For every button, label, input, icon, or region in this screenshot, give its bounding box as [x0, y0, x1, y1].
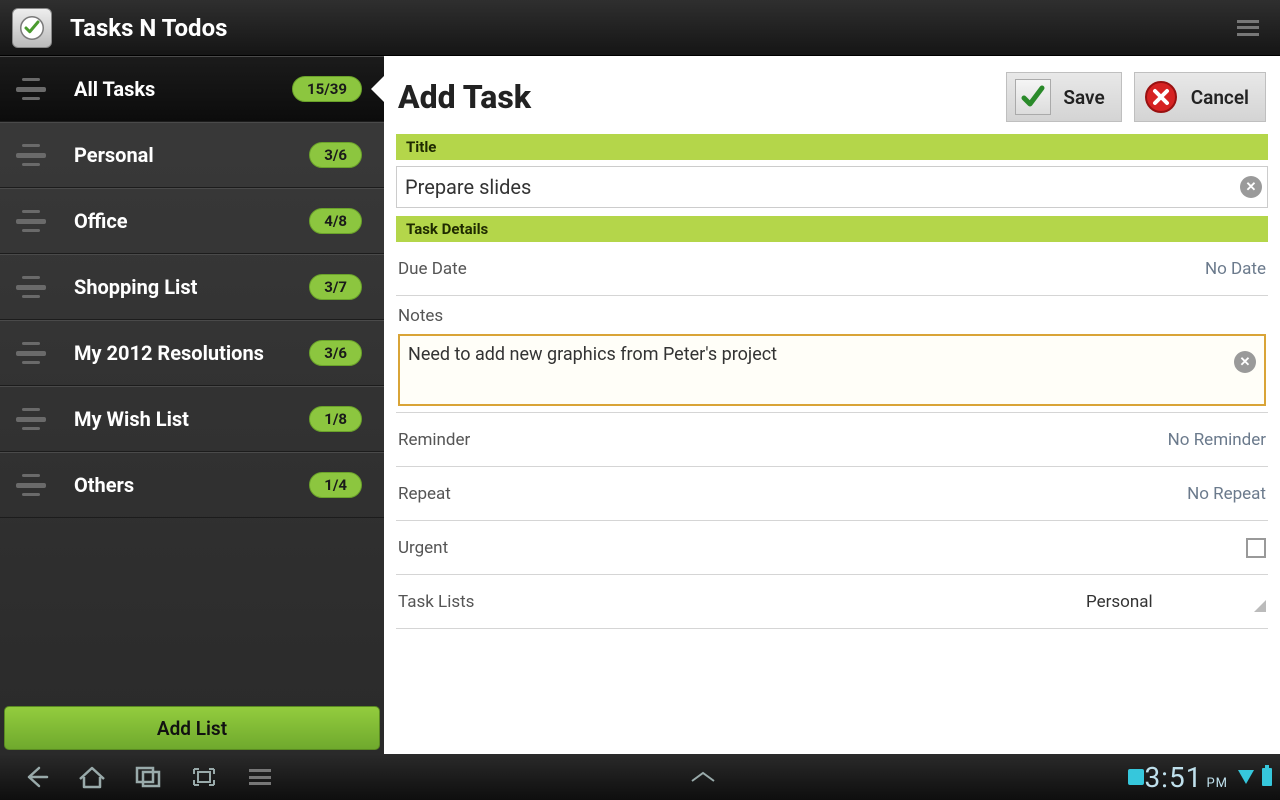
urgent-row: Urgent	[396, 521, 1268, 575]
menu-icon	[1237, 20, 1259, 36]
download-icon	[1128, 769, 1144, 785]
tasklists-label: Task Lists	[398, 592, 474, 612]
sidebar-item-label: Office	[74, 210, 309, 233]
sidebar-item-wish-list[interactable]: My Wish List 1/8	[0, 386, 384, 452]
sidebar-item-badge: 3/7	[309, 274, 362, 300]
overflow-menu-button[interactable]	[1228, 8, 1268, 48]
sidebar-item-badge: 3/6	[309, 340, 362, 366]
back-button[interactable]	[8, 757, 64, 797]
drag-handle-icon	[16, 210, 46, 232]
reminder-label: Reminder	[398, 430, 470, 450]
nav-menu-button[interactable]	[232, 757, 288, 797]
sidebar-item-others[interactable]: Others 1/4	[0, 452, 384, 518]
drag-handle-icon	[16, 78, 46, 100]
reminder-value: No Reminder	[470, 430, 1266, 450]
sidebar-item-badge: 3/6	[309, 142, 362, 168]
add-list-button[interactable]: Add List	[4, 706, 380, 750]
reminder-row[interactable]: Reminder No Reminder	[396, 413, 1268, 467]
wifi-icon	[1238, 770, 1254, 784]
urgent-label: Urgent	[398, 538, 448, 558]
system-navbar: 3:51 PM	[0, 754, 1280, 800]
battery-icon	[1262, 768, 1272, 786]
task-list-nav: All Tasks 15/39 Personal 3/6 Office 4/8 …	[0, 56, 384, 702]
sidebar-item-badge: 15/39	[292, 76, 362, 102]
app-logo-icon	[12, 8, 52, 48]
sidebar-item-shopping-list[interactable]: Shopping List 3/7	[0, 254, 384, 320]
cancel-icon	[1143, 79, 1179, 115]
repeat-label: Repeat	[398, 484, 451, 504]
sidebar-item-label: My 2012 Resolutions	[74, 342, 309, 365]
sidebar-item-all-tasks[interactable]: All Tasks 15/39	[0, 56, 384, 122]
save-button[interactable]: Save	[1006, 72, 1121, 122]
sidebar-item-office[interactable]: Office 4/8	[0, 188, 384, 254]
clear-notes-button[interactable]: ✕	[1234, 351, 1256, 373]
due-date-label: Due Date	[398, 259, 467, 279]
due-date-row[interactable]: Due Date No Date	[396, 242, 1268, 296]
home-button[interactable]	[64, 757, 120, 797]
task-title-input[interactable]	[396, 166, 1268, 208]
sidebar: All Tasks 15/39 Personal 3/6 Office 4/8 …	[0, 56, 384, 754]
sidebar-item-label: My Wish List	[74, 408, 309, 431]
sidebar-item-badge: 1/4	[309, 472, 362, 498]
sidebar-item-resolutions[interactable]: My 2012 Resolutions 3/6	[0, 320, 384, 386]
panel-heading: Add Task	[398, 78, 994, 116]
clear-title-button[interactable]: ✕	[1240, 176, 1262, 198]
drag-handle-icon	[16, 474, 46, 496]
cancel-button[interactable]: Cancel	[1134, 72, 1266, 122]
sidebar-item-label: Personal	[74, 144, 309, 167]
drag-handle-icon	[16, 342, 46, 364]
sidebar-item-badge: 1/8	[309, 406, 362, 432]
status-icons[interactable]	[1128, 769, 1144, 785]
chevron-up-icon[interactable]	[688, 770, 718, 784]
checkmark-icon	[1015, 79, 1051, 115]
menu-icon	[249, 769, 271, 785]
notes-row: Notes Need to add new graphics from Pete…	[396, 296, 1268, 413]
dropdown-triangle-icon	[1254, 600, 1266, 612]
repeat-row[interactable]: Repeat No Repeat	[396, 467, 1268, 521]
tasklists-select[interactable]: Personal	[1086, 592, 1266, 612]
recent-apps-button[interactable]	[120, 757, 176, 797]
repeat-value: No Repeat	[451, 484, 1266, 504]
urgent-checkbox[interactable]	[1246, 538, 1266, 558]
sidebar-item-label: Others	[74, 474, 309, 497]
notes-label: Notes	[398, 306, 1266, 326]
screenshot-button[interactable]	[176, 757, 232, 797]
drag-handle-icon	[16, 276, 46, 298]
section-header-title: Title	[396, 134, 1268, 160]
drag-handle-icon	[16, 408, 46, 430]
sidebar-item-label: Shopping List	[74, 276, 309, 299]
tasklists-row[interactable]: Task Lists Personal	[396, 575, 1268, 629]
sidebar-item-badge: 4/8	[309, 208, 362, 234]
notes-input[interactable]: Need to add new graphics from Peter's pr…	[398, 334, 1266, 406]
drag-handle-icon	[16, 144, 46, 166]
app-title: Tasks N Todos	[70, 14, 1228, 42]
section-header-details: Task Details	[396, 216, 1268, 242]
app-bar: Tasks N Todos	[0, 0, 1280, 56]
status-clock[interactable]: 3:51 PM	[1144, 761, 1228, 794]
add-task-panel: Add Task Save Cancel	[384, 56, 1280, 754]
sidebar-item-label: All Tasks	[74, 78, 292, 101]
sidebar-item-personal[interactable]: Personal 3/6	[0, 122, 384, 188]
due-date-value: No Date	[467, 259, 1266, 279]
